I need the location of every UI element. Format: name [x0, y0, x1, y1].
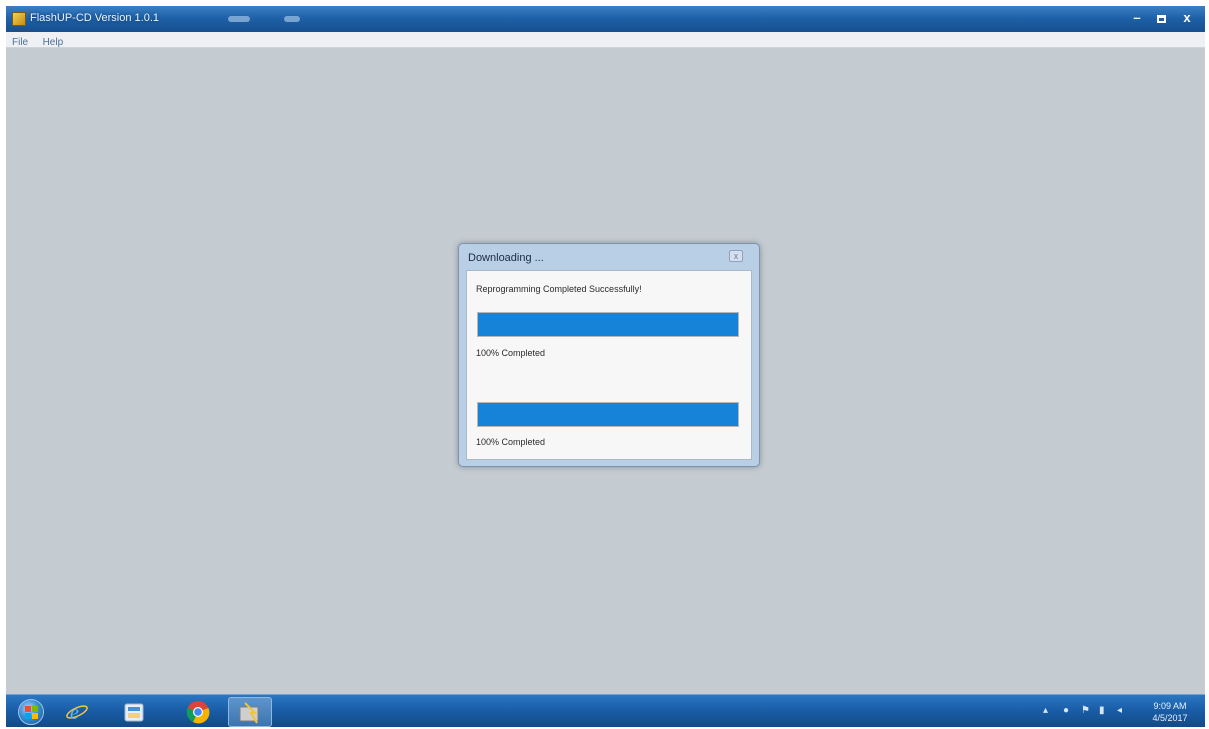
file-explorer-icon [124, 703, 144, 722]
status-message: Reprogramming Completed Successfully! [476, 284, 642, 294]
maximize-icon [1156, 14, 1166, 23]
window-titlebar[interactable]: FlashUP-CD Version 1.0.1 – x [6, 6, 1205, 32]
close-button[interactable]: x [1175, 9, 1199, 27]
start-button[interactable] [18, 699, 44, 725]
tray-clock[interactable]: 9:09 AM 4/5/2017 [1145, 700, 1195, 724]
progress-fill [478, 313, 738, 336]
close-icon: x [733, 251, 739, 261]
internet-explorer-taskbar-button[interactable]: e [57, 697, 97, 727]
dialog-body: Reprogramming Completed Successfully! 10… [466, 270, 752, 460]
menu-help[interactable]: Help [37, 35, 68, 48]
dialog-titlebar[interactable]: Downloading ... x [459, 244, 759, 270]
maximize-button[interactable] [1149, 9, 1173, 27]
dialog-title: Downloading ... [468, 252, 544, 264]
progress-bar [477, 402, 739, 427]
menu-file[interactable]: File [6, 35, 32, 48]
menu-bar: File Help [6, 32, 1205, 48]
titlebar-artifact [228, 16, 250, 22]
downloading-dialog: Downloading ... x Reprogramming Complete… [458, 243, 760, 467]
minimize-button[interactable]: – [1125, 9, 1149, 27]
flashup-app-taskbar-button[interactable] [228, 697, 272, 727]
tray-network-icon[interactable]: ● [1063, 705, 1069, 716]
chrome-taskbar-button[interactable] [178, 697, 218, 727]
progress-label: 100% Completed [476, 348, 546, 358]
internet-explorer-icon: e [66, 702, 88, 724]
file-explorer-taskbar-button[interactable] [114, 697, 154, 727]
dialog-close-button[interactable]: x [729, 250, 743, 262]
tray-flag-icon[interactable]: ⚑ [1081, 705, 1090, 716]
tray-arrow-icon[interactable]: ▴ [1043, 705, 1048, 716]
tray-date: 4/5/2017 [1152, 713, 1188, 723]
app-icon [12, 12, 26, 26]
progress-fill [478, 403, 738, 426]
tray-signal-icon[interactable]: ▮ [1099, 705, 1105, 716]
screen: FlashUP-CD Version 1.0.1 – x File Help D… [6, 6, 1205, 727]
windows-logo-icon [25, 706, 38, 719]
svg-text:e: e [70, 702, 79, 724]
close-icon: x [1183, 10, 1191, 25]
flashup-app-icon [239, 702, 259, 724]
chrome-icon [186, 701, 210, 724]
titlebar-artifact [284, 16, 300, 22]
window-title: FlashUP-CD Version 1.0.1 [30, 12, 159, 24]
progress-label: 100% Completed [476, 437, 546, 447]
taskbar: e ▴ ● ⚑ ▮ ◂ 9:09 AM 4/5/2017 [6, 694, 1205, 727]
tray-volume-icon[interactable]: ◂ [1117, 705, 1122, 716]
system-tray: ▴ ● ⚑ ▮ ◂ 9:09 AM 4/5/2017 [1019, 695, 1199, 727]
progress-bar [477, 312, 739, 337]
tray-time: 9:09 AM [1153, 701, 1187, 711]
minimize-icon: – [1133, 10, 1141, 25]
